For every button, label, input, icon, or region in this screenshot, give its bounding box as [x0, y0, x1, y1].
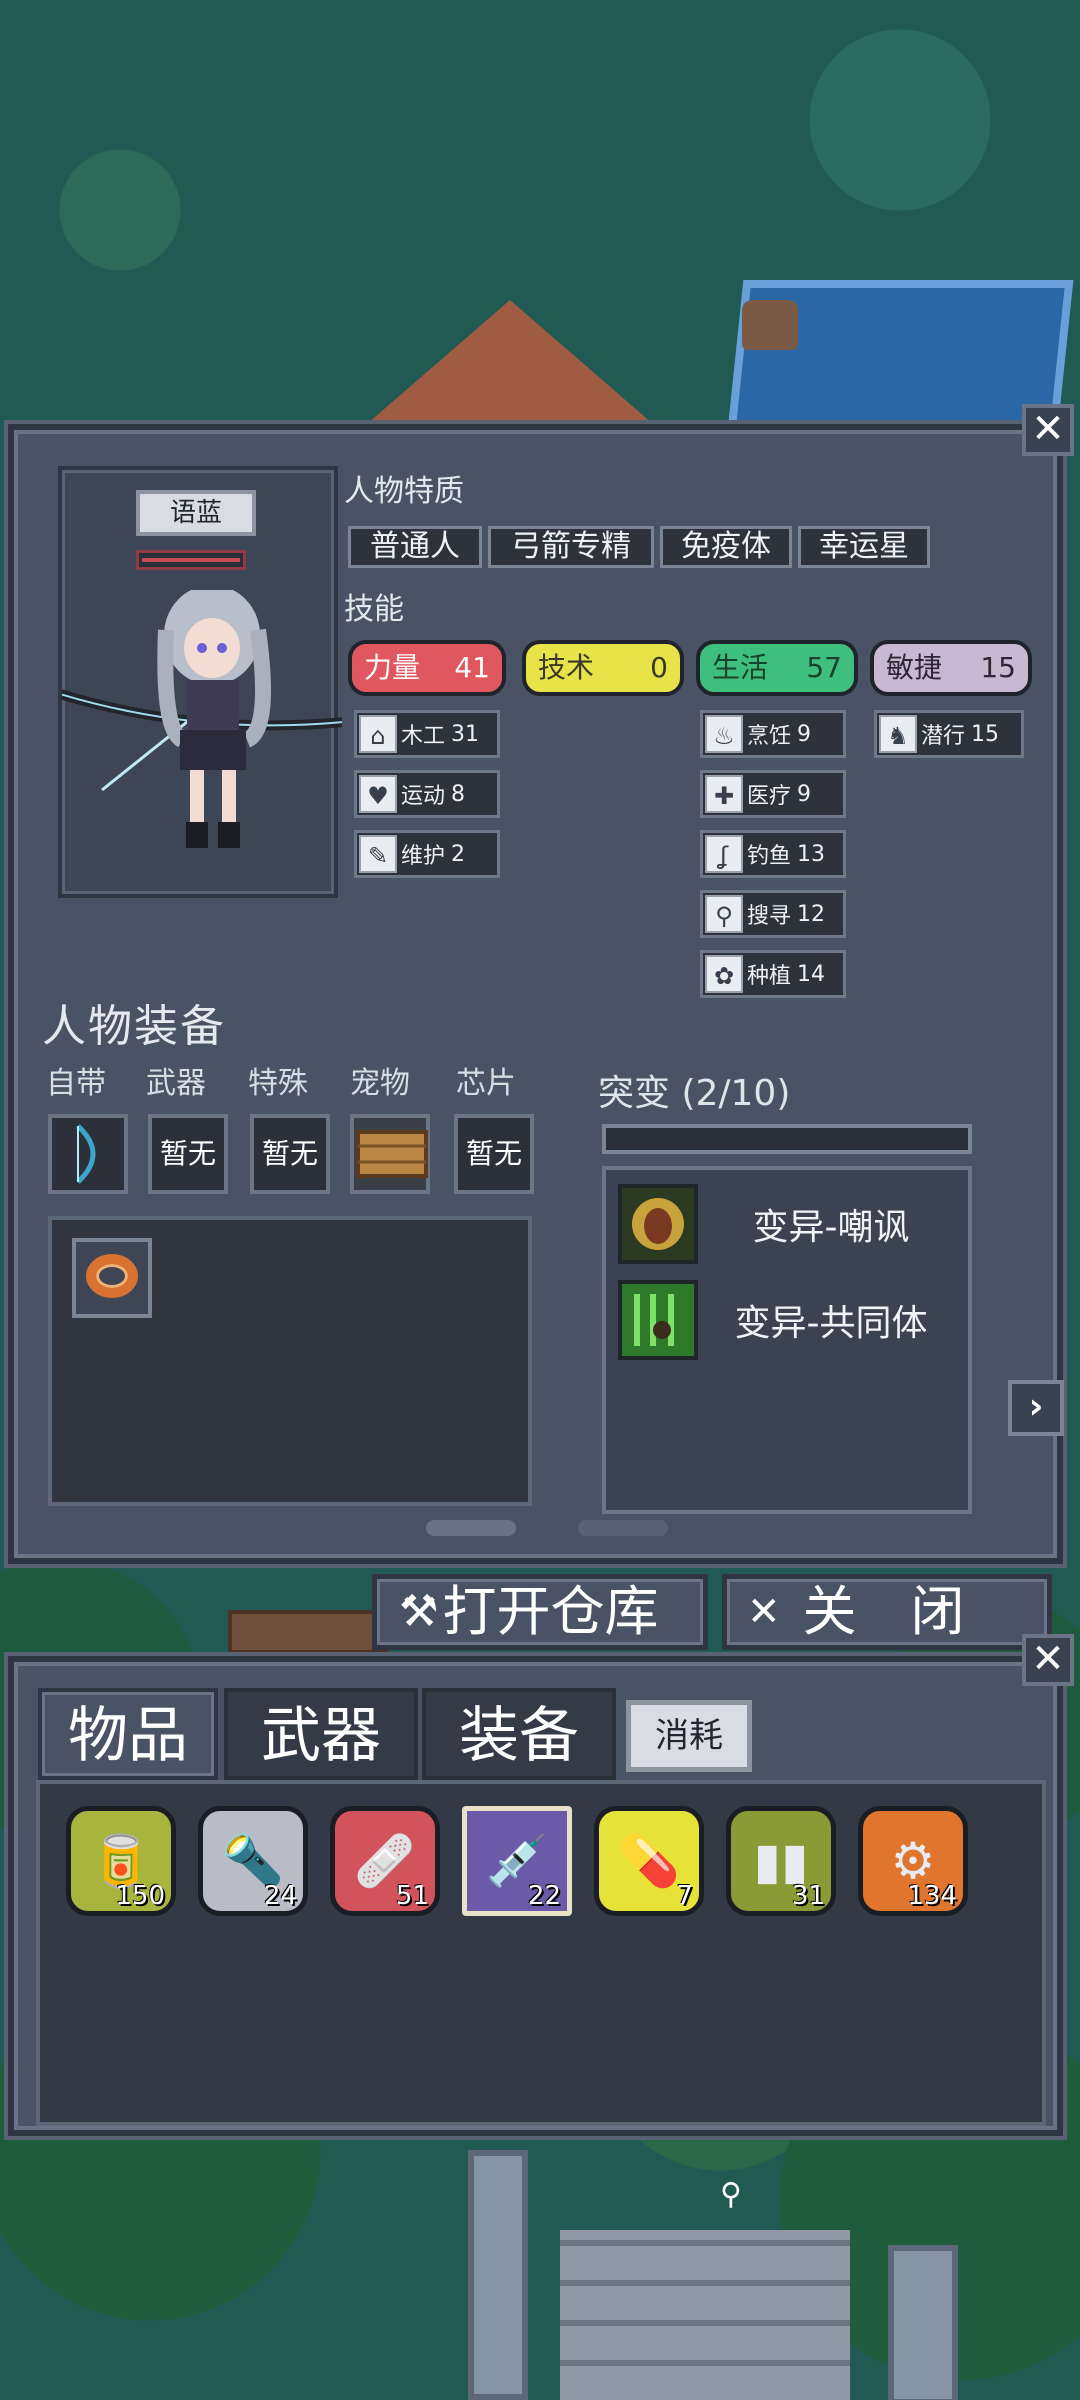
next-page-button[interactable]: › — [1008, 1380, 1064, 1436]
crate-icon — [356, 1130, 428, 1178]
inventory-grid: 🥫 150 🔦 24 🩹 51 💉 22 💊 7 ▮▮ 31 ⚙ 134 — [36, 1780, 1046, 2126]
traits-title: 人物特质 — [344, 474, 464, 509]
heart-icon: ♥ — [359, 775, 397, 813]
equipment-title: 人物装备 — [42, 1001, 226, 1052]
open-storage-button[interactable]: ⚒ 打开仓库 — [372, 1574, 708, 1650]
equipped-item-slot[interactable] — [72, 1238, 152, 1318]
stone-pillar — [468, 2150, 528, 2400]
inventory-item[interactable]: 🩹 51 — [330, 1806, 440, 1916]
character-name: 语蓝 — [136, 490, 256, 536]
house-icon: ⌂ — [359, 715, 397, 753]
stone-pillar — [888, 2245, 958, 2400]
ring-icon — [86, 1254, 138, 1298]
close-button[interactable]: ✕ 关 闭 — [722, 1574, 1052, 1650]
location-pin-icon[interactable]: ⚲ — [718, 2178, 744, 2212]
medkit-icon: ✚ — [705, 775, 743, 813]
trait-badge[interactable]: 普通人 — [348, 526, 482, 568]
archer-girl-sprite — [62, 590, 342, 848]
slot-pet[interactable] — [350, 1114, 430, 1194]
mutation-item[interactable]: 变异-嘲讽 — [618, 1182, 964, 1266]
attribute-agility[interactable]: 敏捷 15 — [870, 640, 1032, 696]
mutation-list: 变异-嘲讽 变异-共同体 — [602, 1166, 972, 1514]
pill-bottle-icon: 💊 — [617, 1831, 681, 1890]
page-indicator[interactable] — [578, 1520, 668, 1536]
close-icon: ✕ — [747, 1589, 781, 1635]
attribute-technique[interactable]: 技术 0 — [522, 640, 684, 696]
character-panel: 语蓝 人物特质 普通人 弓箭专精 免疫体 幸运星 技能 力量 41 技术 0 生活 5… — [8, 424, 1064, 1564]
inventory-item[interactable]: 💊 7 — [594, 1806, 704, 1916]
skills-title: 技能 — [344, 592, 404, 627]
inventory-item[interactable]: ▮▮ 31 — [726, 1806, 836, 1916]
inventory-item[interactable]: 🥫 150 — [66, 1806, 176, 1916]
slot-label-chip: 芯片 — [456, 1066, 516, 1101]
tab-equipment[interactable]: 装备 — [422, 1688, 616, 1780]
character-portrait: 语蓝 — [58, 466, 342, 898]
wrench-icon: ✎ — [359, 835, 397, 873]
magnifier-icon: ⚲ — [705, 895, 743, 933]
slot-weapon[interactable]: 暂无 — [148, 1114, 228, 1194]
health-bar — [136, 550, 246, 570]
trait-badge[interactable]: 免疫体 — [660, 526, 792, 568]
pot-icon: ♨ — [705, 715, 743, 753]
slot-chip[interactable]: 暂无 — [454, 1114, 534, 1194]
slot-label-pet: 宠物 — [350, 1066, 410, 1101]
fishing-icon: ʆ — [705, 835, 743, 873]
storage-icon: ⚒ — [399, 1586, 439, 1637]
attribute-life[interactable]: 生活 57 — [696, 640, 858, 696]
skill-cooking[interactable]: ♨ 烹饪 9 — [700, 710, 846, 758]
skill-maintenance[interactable]: ✎ 维护 2 — [354, 830, 500, 878]
wooden-fence — [228, 1610, 388, 1654]
slot-label-special: 特殊 — [248, 1066, 308, 1101]
skill-sneak[interactable]: ♞ 潜行 15 — [874, 710, 1024, 758]
inventory-item[interactable]: 🔦 24 — [198, 1806, 308, 1916]
taunt-face-icon — [618, 1184, 698, 1264]
skill-medical[interactable]: ✚ 医疗 9 — [700, 770, 846, 818]
skill-sports[interactable]: ♥ 运动 8 — [354, 770, 500, 818]
trait-badge[interactable]: 弓箭专精 — [488, 526, 654, 568]
mutation-item[interactable]: 变异-共同体 — [618, 1278, 964, 1362]
flower-icon: ✿ — [705, 955, 743, 993]
stone-stairs — [560, 2230, 850, 2400]
mutation-progress-bar — [602, 1124, 972, 1154]
trait-badge[interactable]: 幸运星 — [798, 526, 930, 568]
close-inventory-button[interactable]: ✕ — [1022, 1634, 1074, 1686]
attribute-strength[interactable]: 力量 41 — [348, 640, 506, 696]
tab-items[interactable]: 物品 — [38, 1688, 218, 1780]
mutation-title: 突变 (2/10) — [598, 1073, 791, 1114]
equipment-storage-box — [48, 1216, 532, 1506]
skill-search[interactable]: ⚲ 搜寻 12 — [700, 890, 846, 938]
slot-builtin[interactable] — [48, 1114, 128, 1194]
inventory-item[interactable]: 💉 22 — [462, 1806, 572, 1916]
slot-label-weapon: 武器 — [146, 1066, 206, 1101]
sneak-icon: ♞ — [879, 715, 917, 753]
tab-consumables[interactable]: 消耗 — [626, 1700, 752, 1772]
cat-sprite — [742, 300, 798, 350]
skill-carpentry[interactable]: ⌂ 木工 31 — [354, 710, 500, 758]
skill-fishing[interactable]: ʆ 钓鱼 13 — [700, 830, 846, 878]
inventory-item[interactable]: ⚙ 134 — [858, 1806, 968, 1916]
slot-special[interactable]: 暂无 — [250, 1114, 330, 1194]
page-indicator-active[interactable] — [426, 1520, 516, 1536]
inventory-panel: 物品 武器 装备 消耗 🥫 150 🔦 24 🩹 51 💉 22 💊 7 ▮▮ … — [8, 1656, 1063, 2136]
skill-planting[interactable]: ✿ 种植 14 — [700, 950, 846, 998]
slot-label-builtin: 自带 — [46, 1066, 106, 1101]
tab-weapons[interactable]: 武器 — [224, 1688, 418, 1780]
close-character-panel-button[interactable]: ✕ — [1022, 404, 1074, 456]
community-icon — [618, 1280, 698, 1360]
bow-icon — [76, 1124, 96, 1184]
